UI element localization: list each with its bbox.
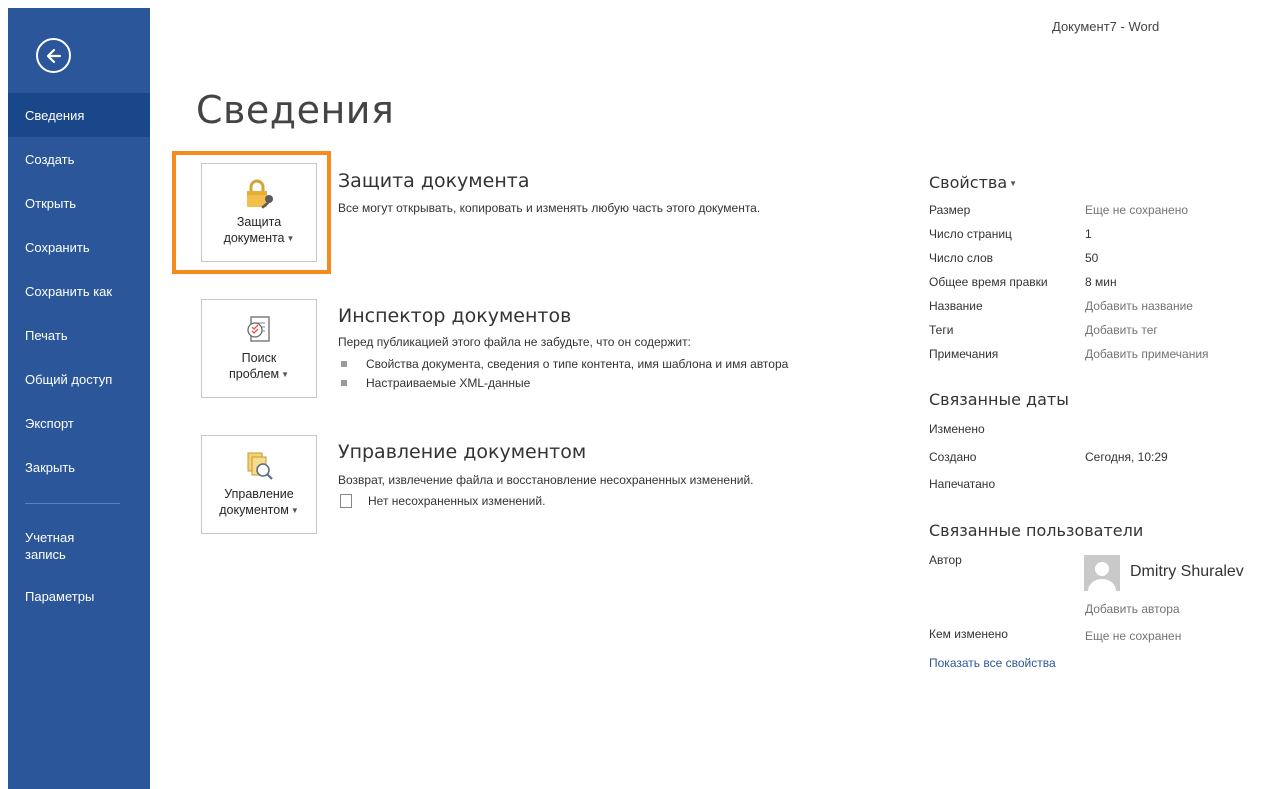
bullet-icon <box>341 360 347 367</box>
author-label: Автор <box>929 553 962 567</box>
prop-label-title: Название <box>929 299 983 313</box>
nav-item-save[interactable]: Сохранить <box>8 225 150 269</box>
prop-value-tags-field[interactable]: Добавить тег <box>1085 323 1158 337</box>
modified-by-value: Еще не сохранен <box>1085 629 1182 643</box>
lock-key-icon <box>242 177 276 211</box>
nav-item-account-label: Учетная запись <box>25 530 75 562</box>
prop-value-size: Еще не сохранено <box>1085 203 1189 217</box>
back-arrow-icon <box>46 48 61 63</box>
check-issues-button[interactable]: Поиск проблем ▼ <box>201 299 317 398</box>
date-label-modified: Изменено <box>929 422 985 436</box>
prop-value-title-field[interactable]: Добавить название <box>1085 299 1193 313</box>
show-all-properties-link[interactable]: Показать все свойства <box>929 656 1056 670</box>
modified-by-label: Кем изменено <box>929 627 1008 641</box>
nav-item-open[interactable]: Открыть <box>8 181 150 225</box>
prop-value-edit-time: 8 мин <box>1085 275 1117 289</box>
date-value-created: Сегодня, 10:29 <box>1085 450 1168 464</box>
dropdown-caret-icon: ▼ <box>1009 179 1018 189</box>
nav-item-export[interactable]: Экспорт <box>8 401 150 445</box>
protect-title: Защита документа <box>338 170 530 192</box>
prop-label-words: Число слов <box>929 251 994 265</box>
prop-value-comments-field[interactable]: Добавить примечания <box>1085 347 1209 361</box>
back-button[interactable] <box>36 38 71 73</box>
prop-label-edit-time: Общее время правки <box>929 275 1048 289</box>
related-people-header: Связанные пользователи <box>929 521 1144 540</box>
protect-document-label: Защита документа ▼ <box>223 215 295 245</box>
user-silhouette-icon <box>1084 555 1120 591</box>
check-issues-label: Поиск проблем ▼ <box>228 351 290 381</box>
window-title: Документ7 - Word <box>1052 19 1160 34</box>
manage-description: Возврат, извлечение файла и восстановлен… <box>338 473 754 487</box>
manage-document-button[interactable]: Управление документом ▼ <box>201 435 317 534</box>
document-icon <box>340 494 352 508</box>
prop-label-comments: Примечания <box>929 347 999 361</box>
author-name[interactable]: Dmitry Shuralev <box>1130 563 1244 581</box>
inspect-description: Перед публикацией этого файла не забудьт… <box>338 335 691 349</box>
protect-document-button[interactable]: Защита документа ▼ <box>201 163 317 262</box>
unsaved-changes-note: Нет несохраненных изменений. <box>340 494 545 508</box>
list-item: Свойства документа, сведения о типе конт… <box>338 354 788 373</box>
nav-divider <box>25 503 120 504</box>
manage-title: Управление документом <box>338 441 587 463</box>
nav-item-share[interactable]: Общий доступ <box>8 357 150 401</box>
dropdown-caret-icon: ▼ <box>286 233 295 243</box>
list-item: Настраиваемые XML-данные <box>338 373 788 392</box>
manage-document-label: Управление документом ▼ <box>219 487 299 517</box>
prop-label-tags: Теги <box>929 323 954 337</box>
avatar <box>1084 555 1120 591</box>
dropdown-caret-icon: ▼ <box>281 369 290 379</box>
prop-value-pages: 1 <box>1085 227 1092 241</box>
nav-item-info[interactable]: Сведения <box>8 93 150 137</box>
nav-item-print[interactable]: Печать <box>8 313 150 357</box>
prop-value-words: 50 <box>1085 251 1099 265</box>
date-label-created: Создано <box>929 450 977 464</box>
properties-header[interactable]: Свойства ▼ <box>929 173 1017 193</box>
inspect-title: Инспектор документов <box>338 305 572 327</box>
inspect-bullet-list: Свойства документа, сведения о типе конт… <box>338 354 788 392</box>
nav-item-close[interactable]: Закрыть <box>8 445 150 489</box>
add-author-field[interactable]: Добавить автора <box>1085 602 1180 616</box>
protect-description: Все могут открывать, копировать и изменя… <box>338 201 761 215</box>
nav-item-account[interactable]: Учетная запись <box>8 518 150 574</box>
manage-document-icon <box>242 449 276 483</box>
bullet-icon <box>341 379 347 386</box>
inspect-document-icon <box>242 313 276 347</box>
page-title: Сведения <box>196 88 395 132</box>
unsaved-changes-text: Нет несохраненных изменений. <box>368 494 546 508</box>
date-label-printed: Напечатано <box>929 477 996 491</box>
backstage-nav: Сведения Создать Открыть Сохранить Сохра… <box>8 93 150 618</box>
nav-item-new[interactable]: Создать <box>8 137 150 181</box>
prop-label-pages: Число страниц <box>929 227 1012 241</box>
nav-item-options[interactable]: Параметры <box>8 574 150 618</box>
prop-label-size: Размер <box>929 203 971 217</box>
backstage-sidebar: Сведения Создать Открыть Сохранить Сохра… <box>8 8 150 789</box>
nav-item-save-as[interactable]: Сохранить как <box>8 269 150 313</box>
dropdown-caret-icon: ▼ <box>290 505 299 515</box>
related-dates-header: Связанные даты <box>929 390 1069 409</box>
